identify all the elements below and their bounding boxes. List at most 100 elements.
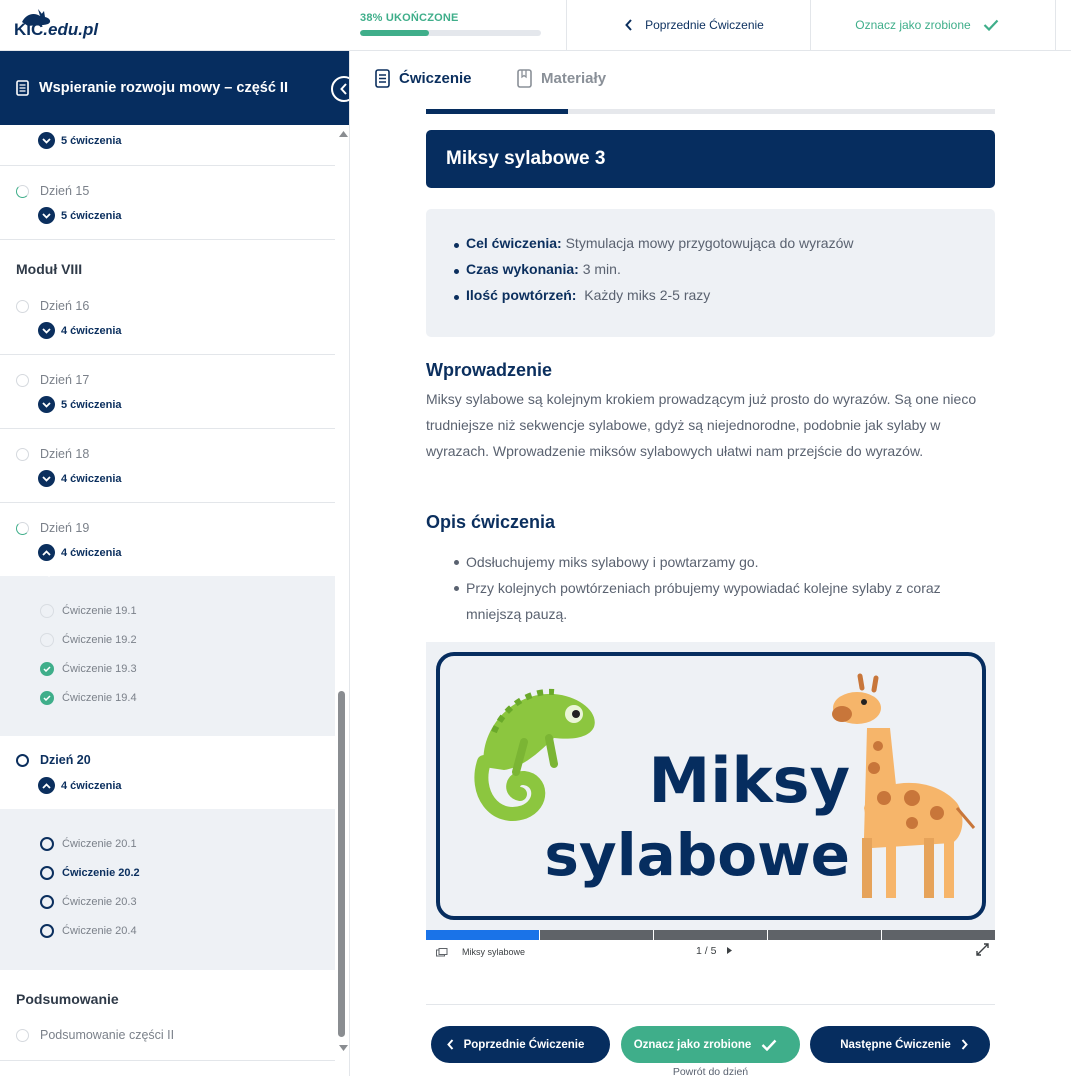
chevron-down-icon (38, 470, 55, 487)
info-time-value: 3 min. (578, 261, 621, 277)
logo-suffix: .edu.pl (43, 20, 99, 39)
exercise-item-19-3[interactable]: Ćwiczenie 19.3 (40, 662, 137, 676)
chevron-left-icon (340, 83, 347, 95)
page-indicator: 1 / 5 (696, 945, 733, 957)
day-block-17: Dzień 17 5 ćwiczenia (0, 355, 335, 429)
exercise-count-toggle[interactable]: 5 ćwiczenia (38, 396, 122, 413)
back-to-day-link[interactable]: Powrót do dzień (621, 1066, 800, 1076)
day-label: Dzień 16 (40, 299, 90, 313)
slide-viewer[interactable]: Miksy sylabowe Miksy sylabowe 1 / 5 (426, 642, 995, 964)
slide-progress-segment[interactable] (654, 930, 767, 940)
day-block-16: Dzień 16 4 ćwiczenia (0, 282, 335, 355)
slide-progress-bar[interactable] (426, 930, 995, 940)
info-reps-value: Każdy miks 2-5 razy (576, 287, 711, 303)
summary-label: Podsumowanie części II (40, 1028, 175, 1042)
day-block-20: Dzień 20 4 ćwiczenia Ćwiczenie 20.1 Ćwic… (0, 736, 335, 970)
exercise-item-19-2[interactable]: Ćwiczenie 19.2 (40, 633, 137, 647)
top-previous-exercise-button[interactable]: Poprzednie Ćwiczenie (566, 0, 810, 50)
intro-heading: Wprowadzenie (426, 360, 553, 380)
course-title: Wspieranie rozwoju mowy – część II (39, 80, 288, 96)
document-icon (16, 80, 29, 96)
chevron-down-icon (38, 207, 55, 224)
day-label: Dzień 18 (40, 447, 90, 461)
slide-progress-segment[interactable] (540, 930, 653, 940)
logo-main: KIC (14, 20, 44, 39)
exercise-label: Ćwiczenie 19.4 (62, 692, 137, 704)
status-ring-icon (40, 604, 54, 618)
progress-ring-icon (16, 753, 29, 767)
scroll-up-arrow-icon[interactable] (339, 131, 348, 137)
next-exercise-label: Następne Ćwiczenie (840, 1038, 951, 1051)
giraffe-illustration-icon (832, 673, 976, 898)
slide-title: Miksy sylabowe (490, 744, 850, 892)
description-list: Odsłuchujemy miks sylabowy i powtarzamy … (454, 549, 986, 627)
next-exercise-button[interactable]: Następne Ćwiczenie (810, 1026, 990, 1063)
chevron-up-icon (38, 544, 55, 561)
sidebar-item-day-18[interactable]: Dzień 18 (16, 447, 89, 461)
chevron-down-icon (38, 322, 55, 339)
book-icon (517, 69, 532, 88)
scroll-down-arrow-icon[interactable] (339, 1045, 348, 1051)
progress-ring-icon (16, 521, 29, 535)
sidebar-list[interactable]: 5 ćwiczenia Dzień 15 5 ćwiczenia Moduł V… (0, 125, 335, 1076)
top-mark-done-button[interactable]: Oznacz jako zrobione (810, 0, 1056, 50)
exercise-count-toggle[interactable]: 5 ćwiczenia (38, 132, 122, 149)
description-heading: Opis ćwiczenia (426, 512, 556, 532)
deck-info[interactable]: Miksy sylabowe (436, 947, 525, 957)
sidebar-scrollbar-thumb[interactable] (338, 691, 345, 1037)
exercise-label: Ćwiczenie 19.1 (62, 605, 137, 617)
chevron-left-icon (625, 19, 632, 31)
exercise-count-toggle[interactable]: 5 ćwiczenia (38, 207, 122, 224)
exercise-info-box: Cel ćwiczenia: Stymulacja mowy przygotow… (426, 209, 995, 337)
exercise-item-20-4[interactable]: Ćwiczenie 20.4 (40, 924, 137, 938)
slide-progress-segment[interactable] (768, 930, 881, 940)
chevron-down-icon (38, 396, 55, 413)
panel-notch (40, 568, 58, 577)
footer-divider (426, 1004, 995, 1005)
sidebar-item-day-17[interactable]: Dzień 17 (16, 373, 89, 387)
exercise-count-toggle[interactable]: 4 ćwiczenia (38, 322, 122, 339)
slide: Miksy sylabowe (426, 642, 995, 930)
status-ring-icon (40, 895, 54, 909)
progress-ring-icon (16, 447, 29, 461)
day-block-18: Dzień 18 4 ćwiczenia (0, 429, 335, 503)
tab-materials[interactable]: Materiały (517, 69, 606, 88)
description-item: Przy kolejnych powtórzeniach próbujemy w… (454, 575, 986, 627)
fullscreen-icon[interactable] (976, 943, 989, 956)
collapse-sidebar-button[interactable] (331, 76, 349, 102)
chevron-right-icon (961, 1039, 968, 1050)
top-previous-label: Poprzednie Ćwiczenie (645, 18, 764, 32)
intro-text: Miksy sylabowe są kolejnym krokiem prowa… (426, 391, 977, 459)
page-number: 1 / 5 (696, 945, 717, 957)
info-reps-label: Ilość powtórzeń: (466, 287, 577, 303)
exercise-count-toggle[interactable]: 4 ćwiczenia (38, 544, 122, 561)
day-block-14: 5 ćwiczenia (0, 125, 335, 166)
mark-done-label: Oznacz jako zrobione (633, 1038, 752, 1051)
previous-exercise-button[interactable]: Poprzednie Ćwiczenie (431, 1026, 610, 1063)
sidebar-item-day-20[interactable]: Dzień 20 (16, 753, 91, 767)
exercise-count-toggle[interactable]: 4 ćwiczenia (38, 777, 122, 794)
logo-text[interactable]: KIC.edu.pl (14, 20, 98, 40)
status-ring-icon (40, 866, 54, 880)
sidebar-item-day-19[interactable]: Dzień 19 (16, 521, 89, 535)
exercise-item-19-1[interactable]: Ćwiczenie 19.1 (40, 604, 137, 618)
day-label: Dzień 19 (40, 521, 90, 535)
exercise-label: Ćwiczenie 19.2 (62, 634, 137, 646)
slide-progress-segment[interactable] (882, 930, 995, 940)
slide-progress-segment[interactable] (426, 930, 539, 940)
exercise-item-20-1[interactable]: Ćwiczenie 20.1 (40, 837, 137, 851)
exercise-item-20-2[interactable]: Ćwiczenie 20.2 (40, 866, 140, 880)
sidebar-item-day-15[interactable]: Dzień 15 (16, 184, 89, 198)
exercise-item-20-3[interactable]: Ćwiczenie 20.3 (40, 895, 137, 909)
info-goal-value: Stymulacja mowy przygotowująca do wyrazó… (561, 235, 854, 251)
exercise-label: Ćwiczenie 20.1 (62, 838, 137, 850)
sidebar-item-summary[interactable]: Podsumowanie części II (16, 1028, 174, 1042)
exercise-item-19-4[interactable]: Ćwiczenie 19.4 (40, 691, 137, 705)
sidebar-item-day-16[interactable]: Dzień 16 (16, 299, 89, 313)
exercise-count-toggle[interactable]: 4 ćwiczenia (38, 470, 122, 487)
next-slide-arrow-icon[interactable] (727, 947, 733, 954)
tab-exercise[interactable]: Ćwiczenie (375, 69, 472, 88)
course-sidebar: Wspieranie rozwoju mowy – część II 5 ćwi… (0, 51, 350, 1076)
mark-done-button[interactable]: Oznacz jako zrobione (621, 1026, 800, 1063)
chevron-down-icon (38, 132, 55, 149)
